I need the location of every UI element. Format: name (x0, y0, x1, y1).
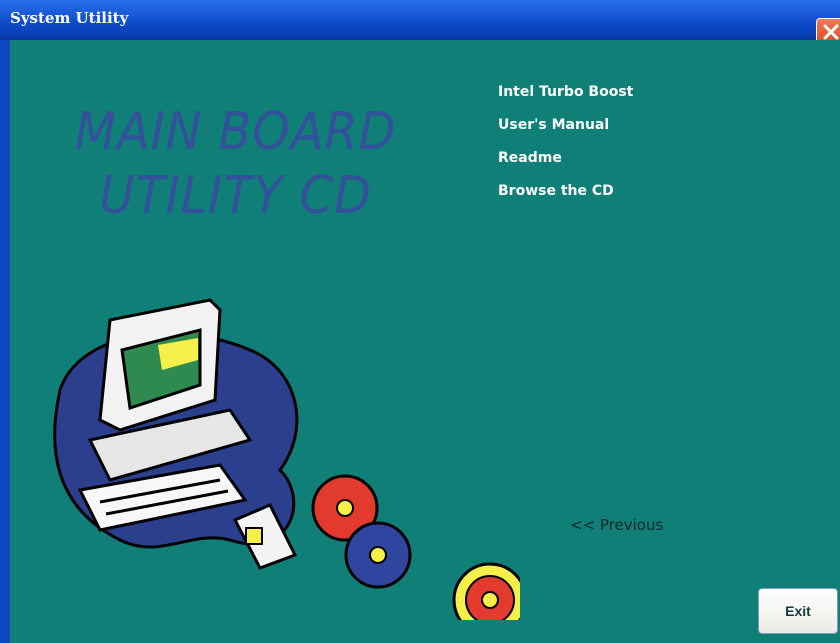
previous-link[interactable]: << Previous (570, 516, 663, 534)
window-title: System Utility (10, 9, 129, 27)
hero-title: MAIN BOARD UTILITY CD (70, 100, 401, 228)
window-frame-left (0, 40, 10, 643)
exit-button[interactable]: Exit (758, 588, 838, 634)
menu-item-readme[interactable]: Readme (498, 150, 633, 166)
title-bar: System Utility (0, 0, 840, 48)
utility-menu: Intel Turbo Boost User's Manual Readme B… (498, 84, 633, 216)
computer-with-cds-icon (40, 290, 528, 638)
close-icon (823, 24, 839, 40)
menu-item-intel-turbo-boost[interactable]: Intel Turbo Boost (498, 84, 633, 100)
hero-title-line-2: UTILITY CD (99, 166, 372, 226)
menu-item-browse-the-cd[interactable]: Browse the CD (498, 183, 633, 199)
menu-item-users-manual[interactable]: User's Manual (498, 117, 633, 133)
main-content: MAIN BOARD UTILITY CD Intel Turbo Boost … (10, 40, 840, 643)
hero-title-line-1: MAIN BOARD (74, 102, 397, 162)
system-utility-window: System Utility MAIN BOARD UTILITY CD Int… (0, 0, 840, 643)
